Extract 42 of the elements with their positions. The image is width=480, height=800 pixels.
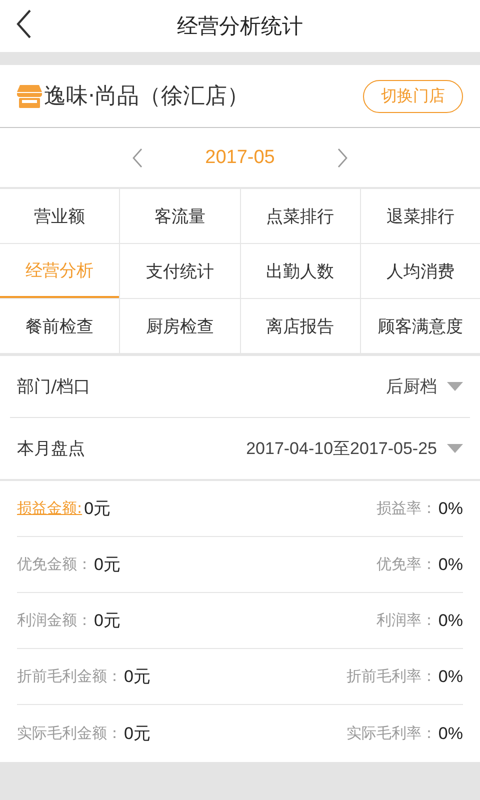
report-tab[interactable]: 离店报告 — [240, 299, 360, 353]
filter-label: 本月盘点 — [17, 438, 86, 460]
report-tab[interactable]: 出勤人数 — [240, 244, 360, 298]
dropdown-arrow-icon — [447, 382, 463, 391]
amount-value: 0元 — [84, 498, 111, 520]
page-title: 经营分析统计 — [177, 13, 303, 40]
report-tab[interactable]: 客流量 — [120, 189, 240, 243]
filter-dropdown[interactable]: 后厨档 — [386, 375, 463, 398]
rate-label: 优免率： — [376, 555, 436, 574]
report-tab[interactable]: 营业额 — [0, 189, 120, 243]
rate-value: 0% — [438, 610, 463, 630]
amount-value: 0元 — [124, 666, 150, 688]
rate-value: 0% — [438, 724, 463, 744]
amount-label: 优免金额： — [17, 555, 92, 574]
store-name: 逸味·尚品（徐汇店） — [44, 83, 250, 111]
previous-month-icon[interactable] — [132, 148, 144, 168]
report-tab[interactable]: 人均消费 — [360, 244, 480, 298]
report-tab[interactable]: 点菜排行 — [240, 189, 360, 243]
rate-value: 0% — [438, 498, 463, 518]
amount-value: 0元 — [124, 723, 150, 745]
month-label: 2017-05 — [205, 146, 275, 168]
store-icon — [17, 84, 42, 108]
report-tab[interactable]: 餐前检查 — [0, 299, 120, 353]
rate-label: 实际毛利率： — [346, 724, 436, 743]
amount-label: 折前毛利金额： — [17, 667, 122, 686]
amount-value: 0元 — [94, 610, 120, 632]
report-tab[interactable]: 厨房检查 — [120, 299, 240, 353]
filter-dropdown[interactable]: 2017-04-10至2017-05-25 — [246, 437, 463, 460]
report-tab[interactable]: 退菜排行 — [360, 189, 480, 243]
report-tab[interactable]: 支付统计 — [120, 244, 240, 298]
report-tab[interactable]: 顾客满意度 — [360, 299, 480, 353]
filter-label: 部门/档口 — [17, 376, 92, 398]
rate-value: 0% — [438, 554, 463, 574]
rate-label: 损益率： — [376, 499, 436, 518]
amount-label: 实际毛利金额： — [17, 724, 122, 743]
rate-label: 利润率： — [376, 611, 436, 630]
amount-label: 利润金额： — [17, 611, 92, 630]
rate-label: 折前毛利率： — [346, 667, 436, 686]
dropdown-arrow-icon — [447, 444, 463, 453]
rate-value: 0% — [438, 666, 463, 686]
amount-value: 0元 — [94, 554, 120, 576]
next-month-icon[interactable] — [336, 148, 348, 168]
